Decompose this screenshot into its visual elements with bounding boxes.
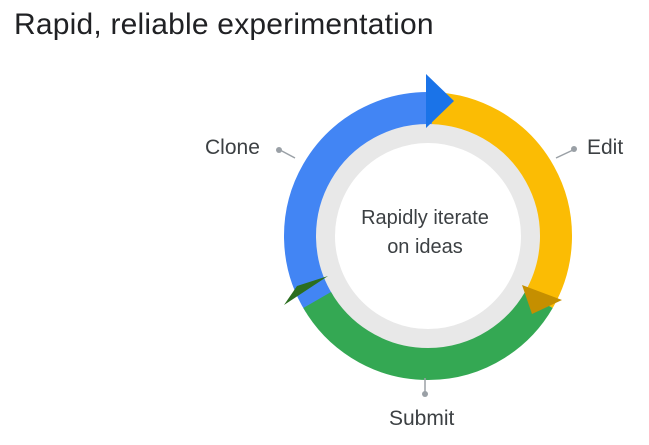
- step-label-clone: Clone: [205, 136, 260, 159]
- center-text-line1: Rapidly iterate: [361, 207, 489, 229]
- edit-connector: [555, 149, 574, 159]
- edit-dot: [571, 146, 577, 152]
- center-text-line2: on ideas: [387, 236, 463, 258]
- cycle-diagram: Clone Edit Submit Rapidly iterate on ide…: [205, 74, 623, 430]
- clone-dot: [276, 147, 282, 153]
- clone-connector: [279, 149, 296, 159]
- step-label-submit: Submit: [389, 407, 455, 430]
- step-label-edit: Edit: [587, 136, 623, 159]
- submit-dot: [422, 391, 428, 397]
